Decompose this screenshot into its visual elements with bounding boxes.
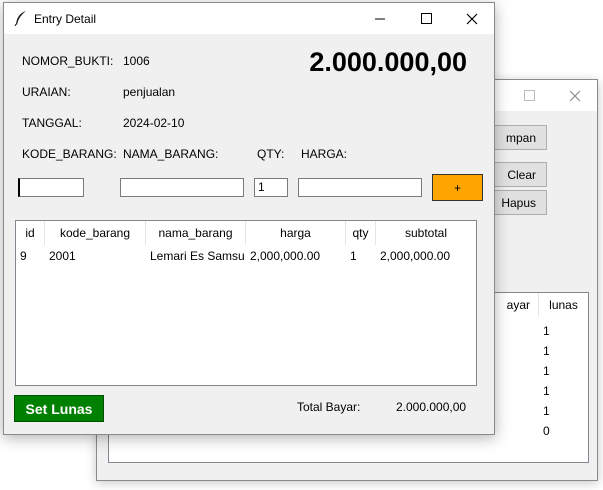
lunas-cell: 1: [543, 324, 550, 338]
column-header-kode-barang[interactable]: kode_barang: [45, 221, 146, 245]
uraian-value: penjualan: [123, 85, 176, 99]
total-bayar-value: 2.000.000,00: [396, 400, 467, 414]
lunas-cell: 1: [543, 364, 550, 378]
column-header-harga[interactable]: harga: [246, 221, 346, 245]
lunas-cell: 0: [543, 424, 550, 438]
lunas-cell: 1: [543, 344, 550, 358]
total-display: 2.000.000,00: [309, 47, 467, 77]
items-table[interactable]: id kode_barang nama_barang harga qty sub…: [15, 220, 477, 386]
cell-qty: 1: [350, 249, 357, 263]
column-header-lunas[interactable]: lunas: [539, 293, 588, 317]
column-header-nama-barang[interactable]: nama_barang: [146, 221, 246, 245]
entry-detail-window: Entry Detail NOMOR_BUKTI: 1006 2.000.000…: [3, 2, 495, 435]
harga-input[interactable]: [298, 178, 422, 197]
column-header-id[interactable]: id: [16, 221, 45, 245]
column-header-qty[interactable]: qty: [346, 221, 376, 245]
close-button[interactable]: [449, 3, 495, 34]
minimize-icon: [375, 18, 385, 19]
set-lunas-button[interactable]: Set Lunas: [14, 395, 104, 422]
nomor-bukti-label: NOMOR_BUKTI:: [22, 54, 114, 68]
tanggal-value: 2024-02-10: [123, 116, 185, 130]
kode-barang-label: KODE_BARANG:: [22, 147, 117, 161]
harga-label: HARGA:: [301, 147, 348, 161]
column-header-subtotal[interactable]: subtotal: [376, 221, 476, 245]
cell-subtotal: 2,000,000.00: [380, 249, 451, 263]
main-close-button[interactable]: [552, 80, 598, 111]
nama-barang-input[interactable]: [120, 178, 244, 197]
nama-barang-label: NAMA_BARANG:: [123, 147, 219, 161]
nomor-bukti-value: 1006: [123, 54, 150, 68]
lunas-cell: 1: [543, 404, 550, 418]
window-title: Entry Detail: [34, 12, 97, 26]
maximize-icon: [523, 90, 535, 101]
close-icon: [569, 90, 581, 101]
lunas-cell: 1: [543, 384, 550, 398]
minimize-button[interactable]: [357, 3, 403, 34]
entry-window-titlebar[interactable]: Entry Detail: [4, 3, 494, 34]
qty-input[interactable]: 1: [254, 178, 288, 197]
total-bayar-label: Total Bayar:: [297, 400, 361, 414]
close-icon: [466, 13, 478, 24]
cell-id: 9: [20, 249, 27, 263]
main-maximize-button[interactable]: [506, 80, 552, 111]
uraian-label: URAIAN:: [22, 85, 71, 99]
add-item-button[interactable]: +: [432, 174, 483, 201]
cell-kode-barang: 2001: [49, 249, 76, 263]
tanggal-label: TANGGAL:: [22, 116, 82, 130]
maximize-icon: [420, 13, 432, 24]
cell-harga: 2,000,000.00: [250, 249, 321, 263]
kode-barang-input[interactable]: [18, 178, 84, 197]
feather-icon: [14, 10, 28, 27]
cell-nama-barang: Lemari Es Samsung: [150, 249, 244, 263]
maximize-button[interactable]: [403, 3, 449, 34]
qty-label: QTY:: [257, 147, 285, 161]
